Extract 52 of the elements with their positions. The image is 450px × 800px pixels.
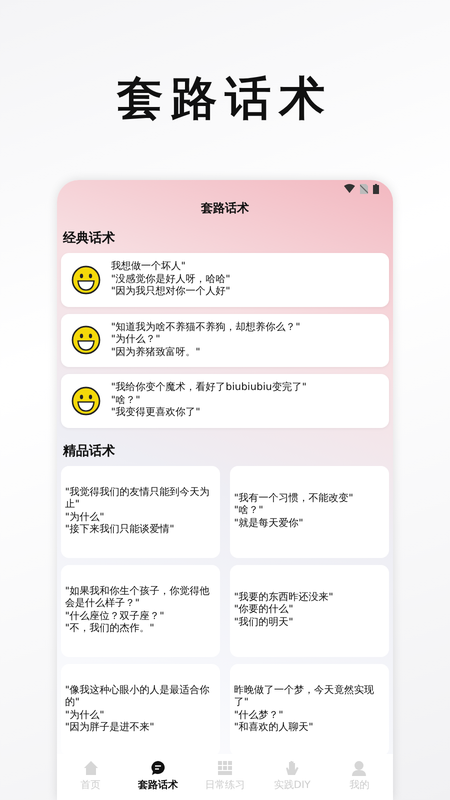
screen-title: 套路话术	[200, 200, 250, 217]
dialogue-line: "你要的什么"	[234, 604, 294, 616]
phrase-card[interactable]: 昨晚做了一个梦，今天竟然实现了" "什么梦？" "和喜欢的人聊天"	[230, 664, 389, 754]
dialogue-line: "我变得更喜欢你了"	[111, 407, 200, 420]
dialogue-line: "为什么"	[65, 710, 104, 722]
wifi-icon	[344, 184, 355, 193]
smiley-icon	[71, 386, 101, 416]
dialogue-line: "为什么？"	[111, 334, 160, 346]
dialogue-line: "什么座位？双子座？"	[65, 610, 164, 622]
dialogue-line: "和喜欢的人聊天"	[234, 722, 314, 734]
nav-tab[interactable]: 套路话术	[128, 760, 188, 792]
dialogue-line: "我有一个习惯，不能改变"	[234, 492, 354, 505]
dialogue-line: "因为胖子是进不来"	[65, 722, 154, 734]
phrase-card[interactable]: "我有一个习惯，不能改变" "啥？" "就是每天爱你"	[230, 466, 389, 558]
section-heading: 经典话术	[63, 230, 116, 247]
home-icon	[82, 760, 99, 776]
dialogue-line: "为什么"	[65, 512, 104, 524]
phrase-card[interactable]: "像我这种心眼小的人是最适合你的" "为什么" "因为胖子是进不来"	[61, 664, 220, 754]
dialogue-line: "因为我只想对你一个人好"	[111, 286, 230, 298]
dialogue-line: 我想做一个坏人"	[111, 261, 186, 274]
phrase-card[interactable]: "我给你变个魔术，看好了biubiubiu变完了" "啥？" "我变得更喜欢你了"	[61, 374, 389, 428]
dialogue-line: "我给你变个魔术，看好了biubiubiu变完了"	[111, 382, 307, 394]
dialogue-line: "不，我们的杰作。"	[65, 623, 154, 636]
dialogue-line: "接下来我们只能谈爱情"	[65, 524, 174, 536]
dialogue-line: "如果我和你生个孩子，你觉得他会是什么样子？"	[65, 586, 211, 610]
dialogue-line: "像我这种心眼小的人是最适合你的"	[65, 684, 211, 710]
smiley-icon	[71, 264, 101, 295]
dialogue-line: "我觉得我们的友情只能到今天为止"	[65, 486, 211, 512]
phrase-card[interactable]: "如果我和你生个孩子，你觉得他会是什么样子？" "什么座位？双子座？" "不，我们的杰作。"	[61, 564, 220, 656]
section-heading: 精品话术	[63, 442, 116, 460]
no-sim-icon	[360, 184, 368, 194]
dialogue-line: 昨晚做了一个梦，今天竟然实现了"	[234, 684, 375, 710]
promo-title: 套路话术	[117, 70, 333, 127]
dialogue-line: "因为养猪致富呀。"	[111, 346, 200, 359]
dialogue-line: "就是每天爱你"	[234, 518, 304, 530]
phrase-card[interactable]: "我要的东西昨还没来" "你要的什么" "我们的明天"	[230, 564, 389, 656]
phrase-card[interactable]: "我觉得我们的友情只能到今天为止" "为什么" "接下来我们只能谈爱情"	[61, 466, 220, 558]
person-icon	[351, 760, 368, 776]
dialogue-line: "我要的东西昨还没来"	[234, 592, 334, 604]
chat-icon	[150, 760, 166, 776]
dialogue-line: "啥？"	[111, 394, 140, 406]
hand-icon	[284, 760, 300, 776]
phrase-card[interactable]: 我想做一个坏人" "没感觉你是好人呀，哈哈" "因为我只想对你一个人好"	[61, 253, 389, 306]
dialogue-line: "我们的明天"	[234, 616, 294, 630]
smiley-icon	[71, 325, 101, 356]
grid-icon	[216, 760, 233, 776]
dialogue-line: "啥？"	[234, 505, 264, 518]
battery-icon	[373, 184, 379, 194]
dialogue-line: "知道我为啥不养猫不养狗，却想养你么？"	[111, 322, 300, 334]
dialogue-line: "没感觉你是好人呀，哈哈"	[111, 274, 230, 286]
phrase-card[interactable]: "知道我为啥不养猫不养狗，却想养你么？" "为什么？" "因为养猪致富呀。"	[61, 314, 389, 367]
dialogue-line: "什么梦？"	[234, 710, 284, 722]
